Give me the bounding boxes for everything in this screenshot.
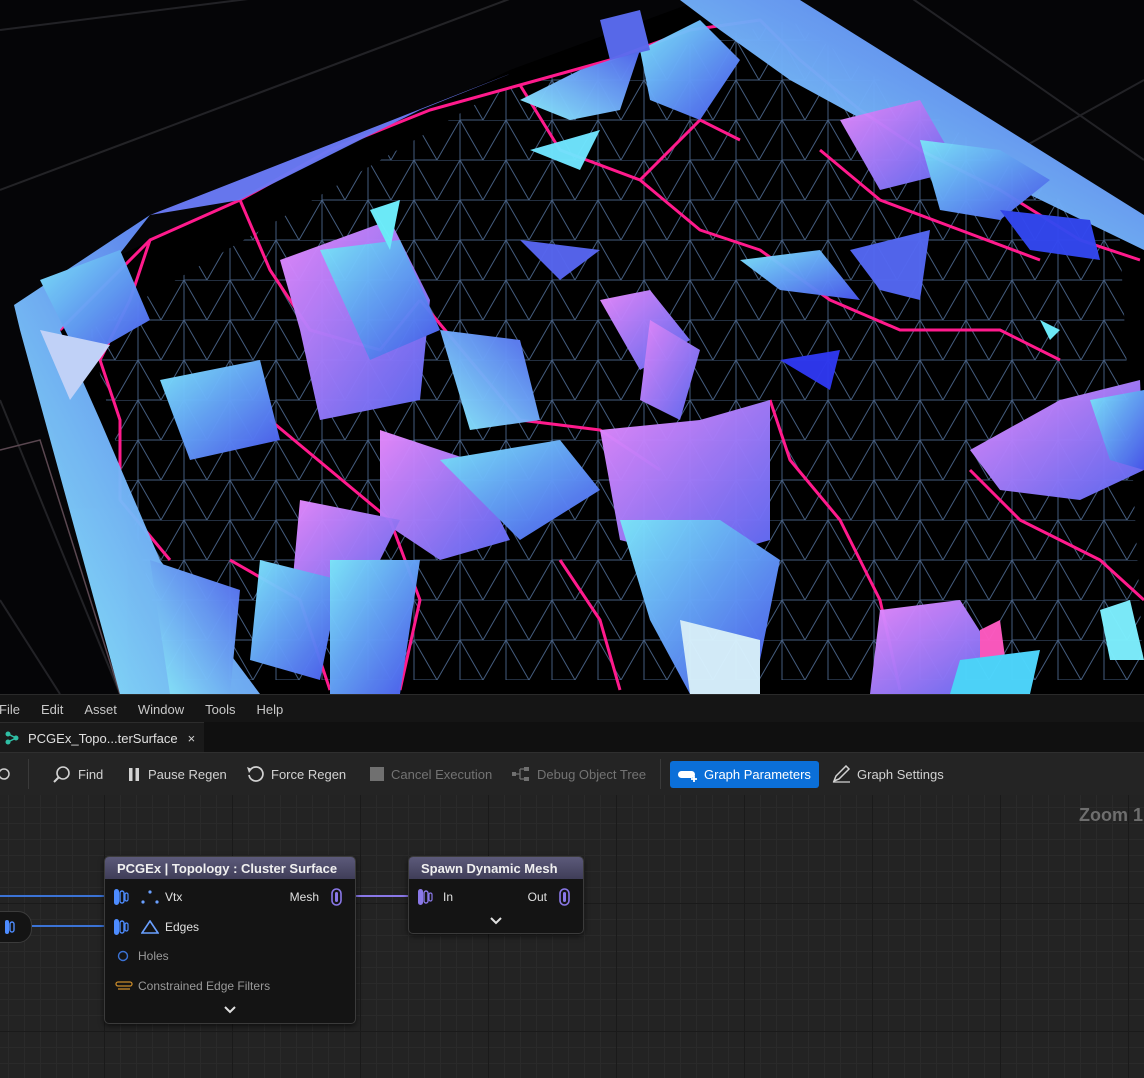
tree-icon	[512, 767, 529, 781]
pin-in[interactable]: In	[417, 888, 453, 906]
document-tab-bar: PCGEx_Topo...terSurface ×	[0, 722, 1144, 753]
cancel-execution-button[interactable]: Cancel Execution	[370, 753, 492, 795]
debug-object-tree-button[interactable]: Debug Object Tree	[511, 753, 646, 795]
pause-icon	[129, 768, 139, 781]
pin-out-label: Out	[527, 890, 547, 904]
menu-window[interactable]: Window	[138, 702, 184, 717]
pin-vtx[interactable]: Vtx	[113, 888, 182, 906]
tab-close-icon[interactable]: ×	[188, 731, 196, 746]
edges-pin-icon	[114, 919, 129, 935]
toolbar-separator	[28, 759, 29, 789]
browse-button[interactable]	[0, 753, 18, 795]
debug-object-tree-label: Debug Object Tree	[537, 766, 647, 782]
graph-settings-button[interactable]: Graph Settings	[832, 753, 944, 795]
mesh-pin-icon	[331, 888, 342, 906]
spawn-dynamic-mesh-node[interactable]: Spawn Dynamic Mesh In Out	[408, 856, 584, 934]
pin-in-label: In	[443, 890, 454, 904]
expand-chevron-icon[interactable]	[490, 917, 502, 925]
find-button[interactable]: Find	[52, 753, 103, 795]
mesh-in-pin-icon	[418, 889, 433, 905]
vertex-icon	[141, 890, 159, 904]
cancel-execution-label: Cancel Execution	[391, 766, 493, 782]
partial-icon	[0, 768, 10, 780]
spawn-dynamic-mesh-title: Spawn Dynamic Mesh	[409, 857, 583, 879]
pause-regen-label: Pause Regen	[148, 766, 227, 782]
graph-parameters-label: Graph Parameters	[704, 767, 811, 782]
stop-icon	[370, 767, 384, 781]
document-tab-label: PCGEx_Topo...terSurface	[28, 730, 178, 746]
parameters-icon	[678, 770, 697, 782]
pin-constrained-edge-filters-label: Constrained Edge Filters	[138, 979, 271, 993]
viewport[interactable]	[0, 0, 1144, 694]
settings-pencil-icon	[832, 765, 851, 783]
force-regen-button[interactable]: Force Regen	[246, 753, 346, 795]
force-regen-label: Force Regen	[271, 766, 347, 782]
menu-bar: File Edit Asset Window Tools Help	[0, 694, 1144, 723]
menu-asset[interactable]: Asset	[84, 702, 117, 717]
toolbar-separator	[660, 759, 661, 789]
edges-pin-icon	[5, 920, 15, 934]
triangle-icon	[141, 920, 159, 934]
graph-settings-label: Graph Settings	[857, 766, 944, 782]
expand-chevron-icon[interactable]	[224, 1006, 236, 1014]
pin-holes[interactable]: Holes	[117, 949, 169, 963]
pin-edges[interactable]: Edges	[113, 918, 199, 936]
menu-help[interactable]: Help	[256, 702, 283, 717]
pin-constrained-edge-filters[interactable]: Constrained Edge Filters	[115, 979, 270, 993]
pin-out[interactable]: Out	[522, 888, 571, 906]
graph-editor[interactable]: Zoom 1: PCGEx | Topology : Cluster Surfa…	[0, 795, 1144, 1078]
holes-pin-icon	[117, 950, 129, 962]
pin-edges-label: Edges	[165, 920, 200, 934]
pin-vtx-label: Vtx	[165, 890, 183, 904]
viewport-render	[0, 0, 1144, 694]
cluster-surface-title: PCGEx | Topology : Cluster Surface	[105, 857, 355, 879]
cluster-surface-node[interactable]: PCGEx | Topology : Cluster Surface Vtx E…	[104, 856, 356, 1024]
find-label: Find	[78, 766, 104, 782]
pin-mesh-label: Mesh	[289, 890, 319, 904]
menu-edit[interactable]: Edit	[41, 702, 63, 717]
filter-pin-icon	[115, 981, 133, 990]
document-tab[interactable]: PCGEx_Topo...terSurface ×	[0, 722, 204, 753]
pcg-graph-icon	[5, 731, 19, 745]
reroute-node[interactable]	[0, 911, 32, 943]
find-icon	[53, 766, 70, 783]
refresh-icon	[247, 766, 264, 782]
graph-parameters-button[interactable]: Graph Parameters	[670, 761, 819, 788]
mesh-out-pin-icon	[559, 888, 570, 906]
points-pin-icon	[114, 889, 129, 905]
toolbar: Find Pause Regen Force Regen Cancel Exec…	[0, 752, 1144, 796]
menu-file[interactable]: File	[0, 702, 20, 717]
menu-tools[interactable]: Tools	[205, 702, 235, 717]
pause-regen-button[interactable]: Pause Regen	[126, 753, 227, 795]
pin-mesh-out[interactable]: Mesh	[284, 888, 343, 906]
pin-holes-label: Holes	[138, 949, 169, 963]
